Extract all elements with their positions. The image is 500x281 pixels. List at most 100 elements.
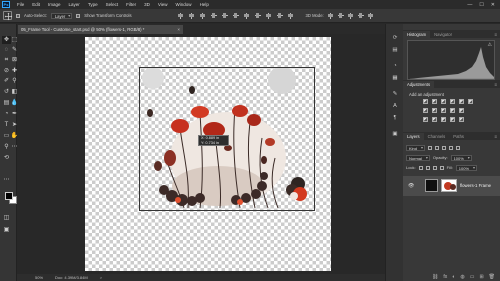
close-tab-icon[interactable]: ×: [177, 25, 180, 34]
align-right-icon[interactable]: [200, 12, 206, 19]
lock-image-icon[interactable]: [425, 165, 430, 170]
layers-menu-icon[interactable]: ≡: [494, 133, 500, 140]
new-layer-icon[interactable]: ⊞: [479, 274, 483, 280]
paragraph-panel-icon[interactable]: ¶: [391, 114, 399, 122]
tab-histogram[interactable]: Histogram: [403, 31, 431, 38]
menu-image[interactable]: Image: [44, 0, 65, 9]
document-tab[interactable]: 05_Frame Tool - Custome_start.psd @ 50% …: [18, 25, 183, 34]
new-adjustment-icon[interactable]: ◍: [460, 274, 464, 280]
menu-view[interactable]: View: [154, 0, 172, 9]
libraries-panel-icon[interactable]: ▣: [391, 130, 399, 138]
maximize-button[interactable]: ☐: [479, 2, 483, 8]
vibrance-icon[interactable]: [459, 99, 464, 104]
levels-icon[interactable]: [432, 99, 437, 104]
frame-thumbnail[interactable]: [425, 179, 438, 192]
quick-mask-icon[interactable]: ◫: [2, 214, 11, 222]
invert-icon[interactable]: [423, 117, 428, 122]
delete-layer-icon[interactable]: 🗑: [489, 274, 495, 280]
menu-filter[interactable]: Filter: [122, 0, 140, 9]
zoom-level[interactable]: 50%: [35, 275, 43, 280]
align-bottom-icon[interactable]: [232, 13, 239, 19]
lock-transparent-icon[interactable]: [418, 165, 423, 170]
status-menu-arrow[interactable]: >: [100, 275, 102, 280]
layer-style-icon[interactable]: fx: [443, 274, 447, 280]
menu-type[interactable]: Type: [84, 0, 102, 9]
menu-file[interactable]: File: [13, 0, 28, 9]
show-transform-checkbox[interactable]: [76, 13, 81, 18]
gradient-map-icon[interactable]: [450, 117, 455, 122]
filter-adjustment-icon[interactable]: [435, 145, 440, 150]
black-white-icon[interactable]: [432, 108, 437, 113]
brush-panel-icon[interactable]: ✎: [391, 90, 399, 98]
3d-scale-icon[interactable]: [368, 12, 374, 19]
3d-roll-icon[interactable]: [337, 13, 344, 19]
menu-layer[interactable]: Layer: [65, 0, 84, 9]
blend-mode-select[interactable]: Normal: [406, 154, 430, 161]
close-window-button[interactable]: ✕: [491, 2, 495, 8]
menu-edit[interactable]: Edit: [28, 0, 44, 9]
menu-3d[interactable]: 3D: [140, 0, 154, 9]
filter-pixel-icon[interactable]: [428, 145, 433, 150]
new-group-icon[interactable]: ▭: [470, 274, 475, 280]
character-panel-icon[interactable]: A: [391, 102, 399, 110]
color-panel-icon[interactable]: ◔: [391, 62, 399, 70]
distribute-horizontal-icon[interactable]: [266, 12, 272, 19]
move-tool-preset-icon[interactable]: [3, 11, 13, 21]
filter-shape-icon[interactable]: [449, 145, 454, 150]
image-thumbnail[interactable]: [441, 179, 457, 192]
auto-align-icon[interactable]: [288, 12, 294, 19]
tab-adjustments[interactable]: Adjustments: [403, 81, 435, 88]
auto-select-checkbox[interactable]: [16, 13, 20, 18]
opacity-input[interactable]: 100%: [450, 154, 472, 161]
hue-saturation-icon[interactable]: [468, 99, 473, 104]
layer-name[interactable]: flowers-1 Frame: [460, 183, 491, 188]
distribute-icon[interactable]: [244, 12, 250, 19]
add-mask-icon[interactable]: ◐: [452, 274, 455, 280]
canvas-area[interactable]: X: 0.889 in Y: 0.734 in: [17, 34, 385, 274]
tab-navigator[interactable]: Navigator: [430, 31, 456, 38]
curves-icon[interactable]: [441, 99, 446, 104]
filter-smart-object-icon[interactable]: [456, 145, 461, 150]
properties-panel-icon[interactable]: ▤: [391, 46, 399, 54]
photo-filter-icon[interactable]: [441, 108, 446, 113]
threshold-icon[interactable]: [441, 117, 446, 122]
selective-color-icon[interactable]: [459, 117, 464, 122]
distribute-spacing-icon[interactable]: [276, 13, 283, 19]
menu-help[interactable]: Help: [196, 0, 213, 9]
menu-window[interactable]: Window: [172, 0, 196, 9]
rotate-view-tool-icon[interactable]: ⟲: [2, 154, 11, 162]
color-balance-icon[interactable]: [423, 108, 428, 113]
foreground-color-swatch[interactable]: [5, 192, 13, 200]
layer-row-flowers-frame[interactable]: 👁 flowers-1 Frame: [403, 176, 500, 196]
swatches-panel-icon[interactable]: ▦: [391, 74, 399, 82]
menu-select[interactable]: Select: [102, 0, 123, 9]
histogram-warning-icon[interactable]: ⚠: [488, 42, 492, 48]
history-panel-icon[interactable]: ⟳: [391, 34, 399, 42]
lock-position-icon[interactable]: [432, 165, 437, 170]
adjustments-menu-icon[interactable]: ≡: [494, 81, 500, 88]
layer-kind-filter[interactable]: Kind: [406, 144, 426, 151]
color-lookup-icon[interactable]: [459, 108, 464, 113]
link-layers-icon[interactable]: ⛓: [432, 274, 438, 280]
distribute-vertical-icon[interactable]: [254, 13, 261, 19]
align-middle-icon[interactable]: [221, 13, 228, 19]
tab-channels[interactable]: Channels: [424, 133, 450, 140]
edit-toolbar-icon[interactable]: ⋯: [2, 176, 11, 184]
brightness-contrast-icon[interactable]: [423, 99, 428, 104]
exposure-icon[interactable]: [450, 99, 455, 104]
tab-layers[interactable]: Layers: [403, 133, 424, 140]
channel-mixer-icon[interactable]: [450, 108, 455, 113]
3d-pan-icon[interactable]: [348, 12, 354, 19]
align-left-icon[interactable]: [178, 12, 184, 19]
minimize-button[interactable]: —: [467, 2, 472, 8]
posterize-icon[interactable]: [432, 117, 437, 122]
fill-input[interactable]: 100%: [455, 164, 478, 171]
tab-paths[interactable]: Paths: [449, 133, 468, 140]
align-center-icon[interactable]: [189, 12, 195, 19]
visibility-eye-icon[interactable]: 👁: [408, 183, 414, 189]
align-top-icon[interactable]: [210, 13, 217, 19]
lock-all-icon[interactable]: [439, 165, 444, 170]
screen-mode-icon[interactable]: ▣: [2, 226, 11, 234]
histogram-menu-icon[interactable]: ≡: [494, 31, 500, 38]
3d-slide-icon[interactable]: [357, 13, 364, 19]
